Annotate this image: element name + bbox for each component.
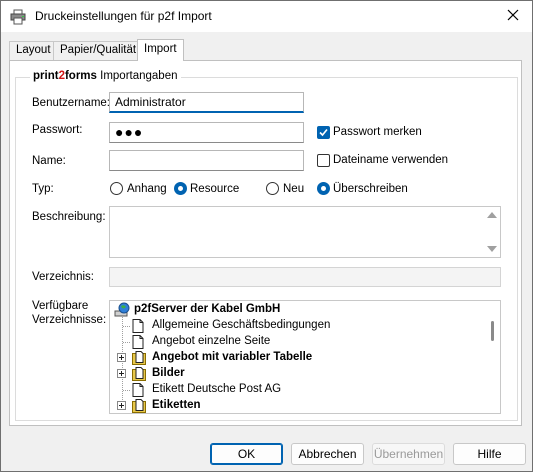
description-textarea[interactable]	[109, 206, 501, 258]
help-button[interactable]: Hilfe	[453, 443, 526, 465]
password-mask: ●●●	[115, 124, 144, 140]
tree-item-label: Angebot einzelne Seite	[152, 335, 271, 347]
scroll-down-icon[interactable]	[487, 246, 497, 252]
document-icon	[132, 335, 144, 349]
type-attachment-label: Anhang	[127, 183, 167, 195]
type-resource-radio[interactable]	[174, 182, 187, 195]
type-attachment-radio[interactable]	[110, 182, 123, 195]
document-icon	[132, 319, 144, 333]
expand-plus-icon[interactable]	[117, 369, 126, 378]
tree-item-document[interactable]: Allgemeine Geschäftsbedingungen	[110, 318, 480, 334]
ok-button[interactable]: OK	[210, 443, 283, 465]
mode-overwrite-radio[interactable]	[317, 182, 330, 195]
tree-item-document[interactable]: Etikett Deutsche Post AG	[110, 382, 480, 398]
directory-field	[109, 267, 501, 287]
title-bar: Druckeinstellungen für p2f Import	[1, 1, 532, 32]
remember-password-checkbox[interactable]	[317, 126, 330, 139]
available-directories-label-line1: Verfügbare	[32, 300, 89, 312]
mode-overwrite-label: Überschreiben	[333, 183, 408, 195]
print2forms-logo: print2forms	[33, 70, 97, 82]
type-resource-label: Resource	[190, 183, 240, 195]
cancel-button[interactable]: Abbrechen	[291, 443, 364, 465]
tab-paper-quality[interactable]: Papier/Qualität	[53, 41, 144, 60]
mode-new-label: Neu	[283, 183, 305, 195]
expand-plus-icon[interactable]	[117, 401, 126, 410]
expand-plus-icon[interactable]	[117, 353, 126, 362]
name-label: Name:	[32, 155, 66, 167]
username-label: Benutzername:	[32, 97, 110, 109]
password-label: Passwort:	[32, 124, 83, 136]
group-title-text: Importangaben	[100, 70, 178, 82]
type-label: Typ:	[32, 183, 54, 195]
server-globe-icon	[114, 302, 130, 317]
tree-item-label: Angebot mit variabler Tabelle	[152, 351, 313, 363]
tree-item-document[interactable]: Angebot einzelne Seite	[110, 334, 480, 350]
directory-tree[interactable]: p2fServer der Kabel GmbH Allgemeine Gesc…	[109, 300, 501, 414]
group-title: print2forms Importangaben	[30, 70, 181, 82]
folder-document-icon	[132, 367, 146, 381]
tree-item-folder[interactable]: Angebot mit variabler Tabelle	[110, 350, 480, 366]
password-field[interactable]: ●●●	[109, 122, 304, 143]
use-filename-checkbox[interactable]	[317, 154, 330, 167]
mode-new-radio[interactable]	[266, 182, 279, 195]
folder-document-icon	[132, 351, 146, 365]
tree-scrollbar-thumb[interactable]	[491, 321, 494, 341]
folder-document-icon	[132, 399, 146, 413]
tree-item-label: Bilder	[152, 367, 185, 379]
description-scrollbar[interactable]	[483, 207, 500, 257]
directory-label: Verzeichnis:	[32, 271, 95, 283]
checkmark-icon	[319, 128, 328, 137]
printer-icon	[10, 9, 26, 25]
tab-layout[interactable]: Layout	[9, 41, 58, 60]
close-icon[interactable]	[504, 6, 522, 24]
username-field[interactable]: Administrator	[109, 92, 304, 113]
print-settings-dialog: Druckeinstellungen für p2f Import Layout…	[0, 0, 533, 472]
window-title: Druckeinstellungen für p2f Import	[35, 9, 212, 23]
tree-item-folder[interactable]: Etiketten	[110, 398, 480, 413]
available-directories-label-line2: Verzeichnisse:	[32, 314, 107, 326]
remember-password-label: Passwort merken	[333, 126, 422, 138]
tree-item-label: Allgemeine Geschäftsbedingungen	[152, 319, 331, 331]
use-filename-label: Dateiname verwenden	[333, 154, 449, 166]
tree-item-folder[interactable]: Bilder	[110, 366, 480, 382]
tree-item-label: Etiketten	[152, 399, 201, 411]
tab-import[interactable]: Import	[137, 39, 184, 61]
description-label: Beschreibung:	[32, 211, 106, 223]
name-field[interactable]	[109, 150, 304, 171]
scroll-up-icon[interactable]	[487, 212, 497, 218]
tree-item-label: p2fServer der Kabel GmbH	[134, 303, 281, 315]
document-icon	[132, 383, 144, 397]
apply-button[interactable]: Übernehmen	[372, 443, 445, 465]
tree-item-server[interactable]: p2fServer der Kabel GmbH	[110, 302, 500, 318]
tree-item-label: Etikett Deutsche Post AG	[152, 383, 282, 395]
